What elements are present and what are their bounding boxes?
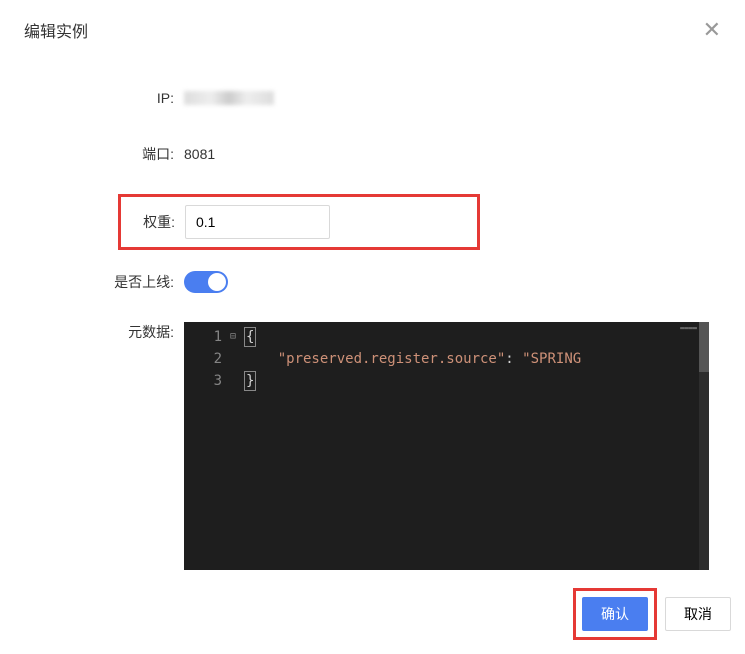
dialog-title: 编辑实例 bbox=[24, 18, 88, 42]
editor-code[interactable]: { "preserved.register.source": "SPRING } bbox=[244, 322, 581, 570]
port-label: 端口: bbox=[24, 144, 184, 164]
scrollbar-thumb[interactable] bbox=[699, 322, 709, 372]
metadata-editor[interactable]: 1 2 3 ⊟ { "preserved.register.source": "… bbox=[184, 322, 709, 570]
close-icon[interactable]: ✕ bbox=[703, 19, 721, 41]
weight-label: 权重: bbox=[121, 212, 185, 232]
online-toggle[interactable] bbox=[184, 271, 228, 293]
metadata-label: 元数据: bbox=[24, 322, 184, 342]
fold-icon[interactable]: ⊟ bbox=[230, 326, 244, 348]
online-label: 是否上线: bbox=[24, 272, 184, 292]
weight-input[interactable] bbox=[185, 205, 330, 239]
confirm-highlight-box: 确认 bbox=[573, 588, 657, 640]
cancel-button[interactable]: 取消 bbox=[665, 597, 731, 631]
port-value: 8081 bbox=[184, 146, 215, 162]
toggle-thumb bbox=[208, 273, 226, 291]
weight-highlight-box: 权重: bbox=[118, 194, 480, 250]
editor-fold-col: ⊟ bbox=[230, 322, 244, 570]
confirm-button[interactable]: 确认 bbox=[582, 597, 648, 631]
editor-gutter: 1 2 3 bbox=[184, 322, 230, 570]
editor-minimap: ▬▬▬▬ bbox=[680, 324, 697, 332]
editor-scrollbar[interactable] bbox=[699, 322, 709, 570]
ip-label: IP: bbox=[24, 90, 184, 106]
ip-value bbox=[184, 91, 274, 105]
